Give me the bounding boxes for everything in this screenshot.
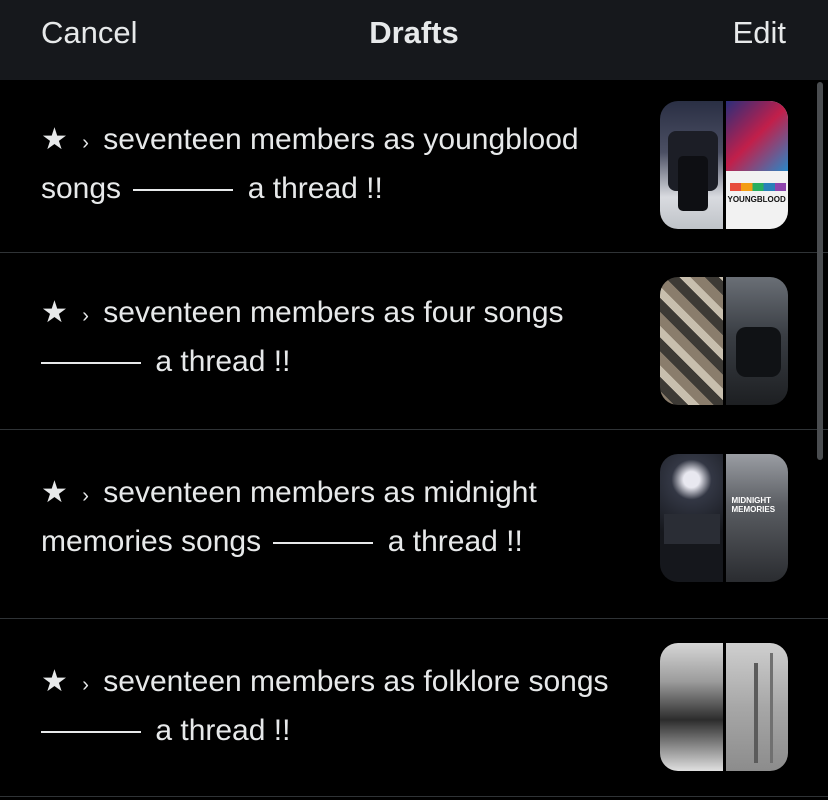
draft-item[interactable]: ★ › seventeen members as midnight memori…: [0, 430, 828, 619]
separator-glyph: ›: [82, 674, 89, 696]
star-icon: ★: [41, 476, 68, 509]
star-icon: ★: [41, 665, 68, 698]
draft-line-1: ★ › seventeen members as four songs: [41, 290, 641, 339]
draft-subtitle: a thread !!: [387, 525, 523, 558]
star-icon: ★: [41, 296, 68, 329]
draft-text: ★ › seventeen members as four songs a th…: [41, 290, 641, 384]
album-title-text: YOUNGBLOOD: [727, 195, 786, 204]
star-icon: ★: [41, 123, 68, 156]
album-cover: MIDNIGHT MEMORIES: [725, 454, 788, 582]
draft-subtitle: a thread !!: [247, 172, 383, 205]
draft-thumbnail: [660, 277, 788, 405]
dash-line: [133, 189, 234, 192]
scrollbar[interactable]: [817, 82, 823, 460]
album-cover: YOUNGBLOOD: [725, 101, 788, 229]
concert-photo: [660, 454, 723, 582]
draft-title: seventeen members as folklore songs: [103, 665, 609, 698]
draft-line-1: ★ › seventeen members as youngblood: [41, 117, 641, 166]
separator-glyph: ›: [82, 132, 89, 154]
bw-group-photo: [660, 643, 723, 771]
draft-line-2: a thread !!: [41, 339, 641, 384]
draft-item[interactable]: ★ › seventeen members as four songs a th…: [0, 253, 828, 430]
dash-line: [273, 542, 374, 545]
draft-title: seventeen members as midnight: [103, 476, 537, 509]
group-photo: [660, 101, 723, 229]
dash-line: [41, 362, 141, 365]
draft-subtitle: a thread !!: [155, 714, 291, 747]
draft-title: seventeen members as youngblood: [103, 123, 579, 156]
drafts-list: ★ › seventeen members as youngblood song…: [0, 80, 828, 797]
draft-thumbnail: MIDNIGHT MEMORIES: [660, 454, 788, 582]
draft-text: ★ › seventeen members as midnight memori…: [41, 470, 641, 564]
draft-line-2: a thread !!: [41, 708, 641, 753]
draft-line-2: songs a thread !!: [41, 166, 641, 211]
draft-line-1: ★ › seventeen members as folklore songs: [41, 659, 641, 708]
draft-text: ★ › seventeen members as folklore songs …: [41, 659, 641, 753]
edit-button[interactable]: Edit: [733, 14, 786, 52]
draft-title-cont: memories songs: [41, 525, 262, 558]
draft-line-2: memories songs a thread !!: [41, 519, 641, 564]
top-bar: Cancel Drafts Edit: [0, 0, 828, 80]
draft-item[interactable]: ★ › seventeen members as folklore songs …: [0, 619, 828, 797]
draft-title-cont: songs: [41, 172, 122, 205]
draft-thumbnail: [660, 643, 788, 771]
draft-text: ★ › seventeen members as youngblood song…: [41, 117, 641, 211]
draft-title: seventeen members as four songs: [103, 296, 564, 329]
collage-photo: [660, 277, 723, 405]
band-photo: [725, 277, 788, 405]
draft-thumbnail: YOUNGBLOOD: [660, 101, 788, 229]
separator-glyph: ›: [82, 305, 89, 327]
dash-line: [41, 731, 141, 734]
album-title-text: MIDNIGHT MEMORIES: [731, 496, 776, 514]
cancel-button[interactable]: Cancel: [41, 14, 138, 52]
draft-line-1: ★ › seventeen members as midnight: [41, 470, 641, 519]
draft-subtitle: a thread !!: [155, 345, 291, 378]
forest-photo: [725, 643, 788, 771]
separator-glyph: ›: [82, 485, 89, 507]
draft-item[interactable]: ★ › seventeen members as youngblood song…: [0, 80, 828, 253]
